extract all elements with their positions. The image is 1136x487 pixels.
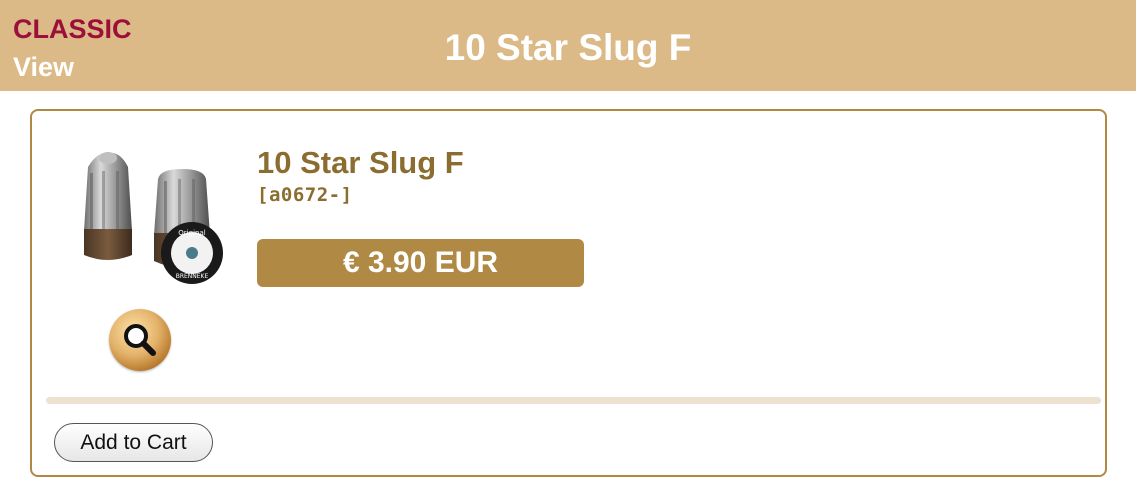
svg-text:Original: Original bbox=[178, 229, 205, 237]
magnifier-icon bbox=[124, 324, 156, 356]
svg-text:BRENNEKE: BRENNEKE bbox=[176, 273, 209, 280]
product-name[interactable]: 10 Star Slug F bbox=[257, 144, 464, 182]
page-title: 10 Star Slug F bbox=[444, 27, 692, 68]
slug-image: Original BRENNEKE bbox=[84, 152, 223, 284]
top-header: CLASSIC View 10 Star Slug F bbox=[0, 0, 1136, 91]
zoom-button[interactable] bbox=[109, 309, 171, 371]
price-badge: € 3.90 EUR bbox=[257, 239, 584, 287]
add-to-cart-button[interactable]: Add to Cart bbox=[54, 423, 213, 462]
product-image[interactable]: Original BRENNEKE bbox=[66, 149, 236, 289]
divider bbox=[46, 397, 1101, 404]
product-card: Original BRENNEKE 10 Star Slug F [a0672-… bbox=[30, 109, 1107, 477]
product-code: [a0672-] bbox=[257, 184, 353, 206]
